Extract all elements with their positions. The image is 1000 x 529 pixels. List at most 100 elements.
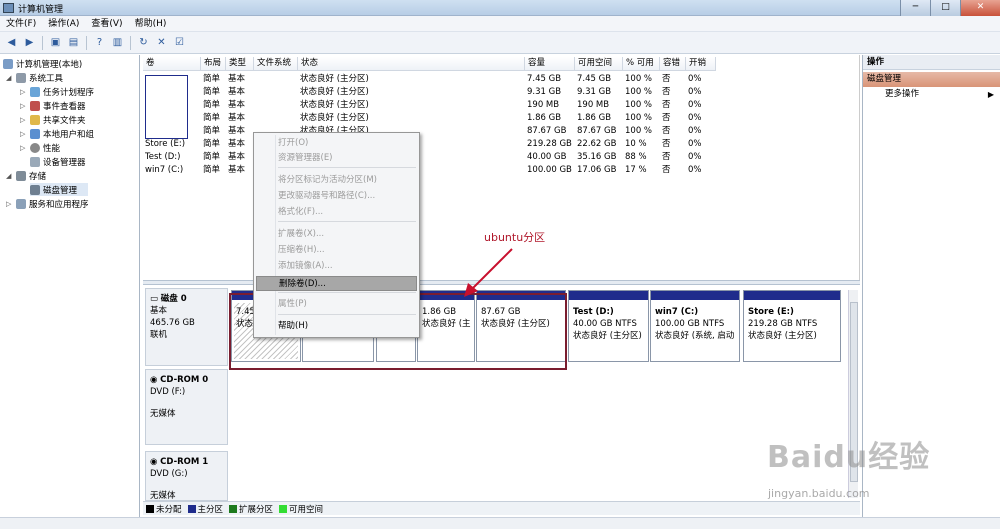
table-cell[interactable]: 基本: [228, 138, 245, 151]
table-cell[interactable]: 1.86 GB: [527, 112, 561, 125]
col-header-capacity[interactable]: 容量: [525, 57, 575, 71]
forward-icon[interactable]: ▶: [22, 35, 37, 50]
context-menu-item[interactable]: 将分区标记为活动分区(M): [256, 173, 417, 188]
table-cell[interactable]: 0%: [688, 164, 702, 177]
table-cell[interactable]: 简单: [203, 86, 220, 99]
partition-block[interactable]: Store (E:) 219.28 GB NTFS 状态良好 (主分区): [743, 290, 841, 362]
table-cell[interactable]: 简单: [203, 138, 220, 151]
context-menu-item[interactable]: 格式化(F)...: [256, 205, 417, 220]
table-cell[interactable]: 17.06 GB: [577, 164, 616, 177]
tree-event-viewer[interactable]: ▷ 事件查看器: [20, 99, 86, 112]
table-cell[interactable]: 7.45 GB: [527, 73, 561, 86]
table-cell[interactable]: 9.31 GB: [577, 86, 611, 99]
col-header-type[interactable]: 类型: [226, 57, 254, 71]
context-menu-item[interactable]: 打开(O): [256, 136, 417, 151]
table-cell[interactable]: 88 %: [625, 151, 647, 164]
table-cell[interactable]: 100 %: [625, 99, 652, 112]
context-menu-item[interactable]: 压缩卷(H)...: [256, 243, 417, 258]
table-cell[interactable]: 7.45 GB: [577, 73, 611, 86]
table-cell[interactable]: 基本: [228, 125, 245, 138]
table-cell[interactable]: 简单: [203, 73, 220, 86]
col-header-fault-tolerance[interactable]: 容错: [660, 57, 686, 71]
table-cell[interactable]: Test (D:): [145, 151, 180, 164]
table-cell[interactable]: 否: [662, 99, 671, 112]
table-cell[interactable]: 状态良好 (主分区): [300, 73, 369, 86]
minimize-button[interactable]: ─: [900, 0, 930, 16]
cdrom-1-label[interactable]: ◉ CD-ROM 1 DVD (G:) 无媒体: [145, 451, 228, 501]
table-cell[interactable]: 基本: [228, 86, 245, 99]
table-cell[interactable]: 1.86 GB: [577, 112, 611, 125]
tree-disk-management[interactable]: 磁盘管理: [30, 183, 88, 196]
col-header-layout[interactable]: 布局: [201, 57, 226, 71]
menu-file[interactable]: 文件(F): [6, 16, 36, 31]
partition-block[interactable]: Test (D:) 40.00 GB NTFS 状态良好 (主分区): [568, 290, 649, 362]
collapse-icon[interactable]: ◢: [6, 74, 14, 82]
table-cell[interactable]: 否: [662, 86, 671, 99]
context-menu-item[interactable]: 添加镜像(A)...: [256, 259, 417, 274]
menu-help[interactable]: 帮助(H): [135, 16, 167, 31]
table-cell[interactable]: 190 MB: [577, 99, 609, 112]
table-cell[interactable]: 10 %: [625, 138, 647, 151]
menu-view[interactable]: 查看(V): [91, 16, 122, 31]
table-cell[interactable]: 状态良好 (主分区): [300, 99, 369, 112]
tree-services-apps[interactable]: ▷ 服务和应用程序: [6, 197, 89, 210]
col-header-filesystem[interactable]: 文件系统: [254, 57, 298, 71]
table-cell[interactable]: 9.31 GB: [527, 86, 561, 99]
up-folder-icon[interactable]: ▣: [48, 35, 63, 50]
table-cell[interactable]: 简单: [203, 151, 220, 164]
table-cell[interactable]: 100 %: [625, 73, 652, 86]
tree-storage[interactable]: ◢ 存储: [6, 169, 46, 182]
expand-icon[interactable]: ▷: [20, 116, 28, 124]
properties-icon[interactable]: ☑: [172, 35, 187, 50]
table-cell[interactable]: 22.62 GB: [577, 138, 616, 151]
table-cell[interactable]: 简单: [203, 125, 220, 138]
table-cell[interactable]: 0%: [688, 138, 702, 151]
table-cell[interactable]: 简单: [203, 99, 220, 112]
table-cell[interactable]: 40.00 GB: [527, 151, 566, 164]
table-cell[interactable]: 100 %: [625, 112, 652, 125]
table-cell[interactable]: 87.67 GB: [577, 125, 616, 138]
table-cell[interactable]: 0%: [688, 73, 702, 86]
console-icon[interactable]: ▥: [110, 35, 125, 50]
col-header-percent-free[interactable]: % 可用: [623, 57, 660, 71]
context-menu-item[interactable]: 扩展卷(X)...: [256, 227, 417, 242]
table-cell[interactable]: 87.67 GB: [527, 125, 566, 138]
table-cell[interactable]: Store (E:): [145, 138, 185, 151]
more-actions[interactable]: 更多操作 ▶: [863, 87, 1000, 102]
col-header-volume[interactable]: 卷: [143, 57, 201, 71]
tree-device-manager[interactable]: 设备管理器: [30, 155, 86, 168]
expand-icon[interactable]: ▷: [20, 130, 28, 138]
delete-icon[interactable]: ✕: [154, 35, 169, 50]
table-cell[interactable]: 简单: [203, 164, 220, 177]
table-cell[interactable]: 基本: [228, 112, 245, 125]
partition-block[interactable]: win7 (C:) 100.00 GB NTFS 状态良好 (系统, 启动: [650, 290, 740, 362]
table-cell[interactable]: 基本: [228, 151, 245, 164]
tree-performance[interactable]: ▷ 性能: [20, 141, 60, 154]
table-cell[interactable]: 基本: [228, 164, 245, 177]
tree-root[interactable]: 计算机管理(本地): [3, 57, 82, 70]
table-cell[interactable]: 否: [662, 112, 671, 125]
table-cell[interactable]: 否: [662, 151, 671, 164]
context-menu-item[interactable]: 帮助(H): [256, 319, 417, 334]
expand-icon[interactable]: ▷: [6, 200, 14, 208]
actions-section-disk-management[interactable]: 磁盘管理: [863, 72, 1000, 87]
help-icon[interactable]: ?: [92, 35, 107, 50]
context-menu-item[interactable]: 删除卷(D)...: [256, 276, 417, 291]
close-button[interactable]: ✕: [960, 0, 1000, 16]
cdrom-0-label[interactable]: ◉ CD-ROM 0 DVD (F:) 无媒体: [145, 369, 228, 445]
table-cell[interactable]: 状态良好 (主分区): [300, 112, 369, 125]
context-menu-item[interactable]: 属性(P): [256, 297, 417, 312]
table-cell[interactable]: 否: [662, 73, 671, 86]
table-cell[interactable]: 否: [662, 138, 671, 151]
col-header-status[interactable]: 状态: [298, 57, 525, 71]
context-menu-item[interactable]: 资源管理器(E): [256, 151, 417, 166]
table-cell[interactable]: 基本: [228, 73, 245, 86]
table-cell[interactable]: 0%: [688, 151, 702, 164]
table-cell[interactable]: 0%: [688, 112, 702, 125]
back-icon[interactable]: ◀: [4, 35, 19, 50]
table-cell[interactable]: 简单: [203, 112, 220, 125]
expand-icon[interactable]: ▷: [20, 102, 28, 110]
table-cell[interactable]: 100 %: [625, 125, 652, 138]
table-cell[interactable]: 否: [662, 125, 671, 138]
table-cell[interactable]: 否: [662, 164, 671, 177]
